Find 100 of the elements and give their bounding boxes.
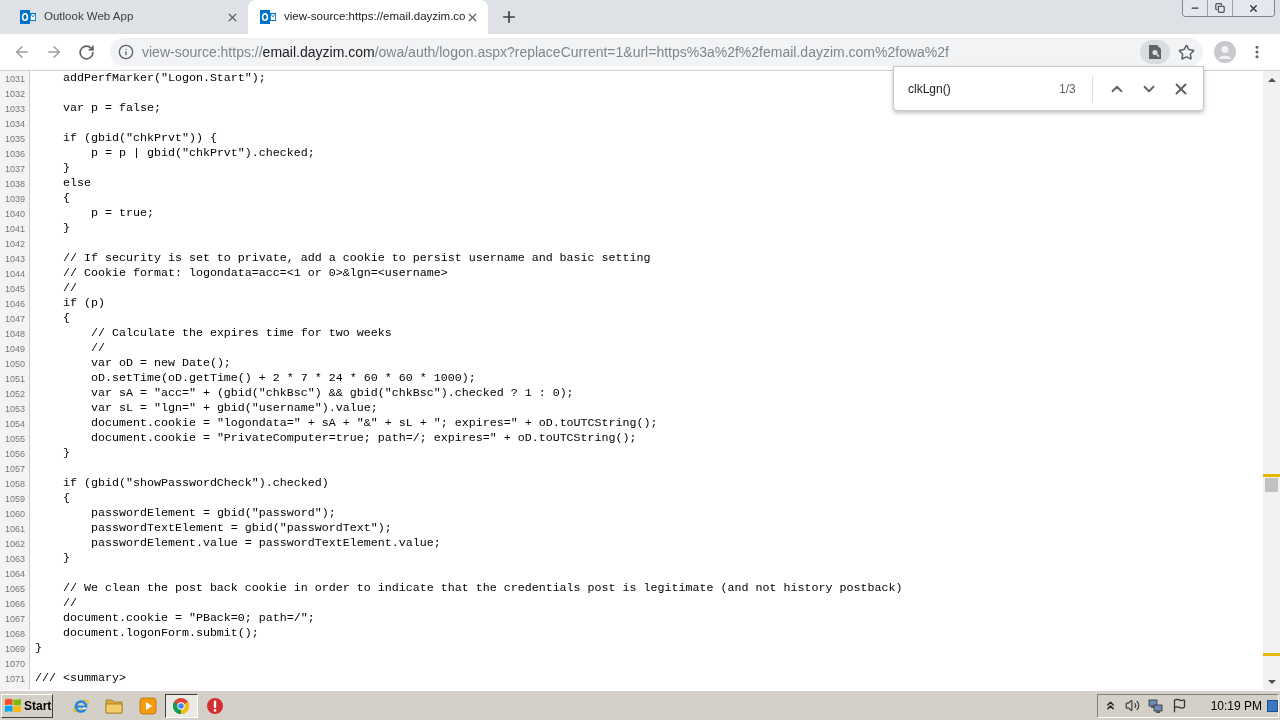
code-line: document.cookie = "PrivateComputer=true; path=/; expires=" + oD.toUTCString(); <box>90 431 637 446</box>
code-line: { <box>63 311 70 326</box>
code-line: // Calculate the expires time for two weeks <box>90 326 392 341</box>
line-number: 1065 <box>4 583 25 594</box>
line-number: 1042 <box>4 238 25 249</box>
line-number: 1034 <box>4 118 25 129</box>
line-number: 1070 <box>4 658 25 669</box>
start-button[interactable]: Start <box>1 693 53 718</box>
line-number: 1071 <box>4 673 25 684</box>
line-number: 1046 <box>4 298 25 309</box>
line-number: 1069 <box>4 643 25 654</box>
code-line: if (p) <box>63 296 105 311</box>
clock[interactable]: 10:19 PM <box>1210 696 1262 715</box>
code-line: /// <summary> <box>35 671 126 686</box>
match-marker <box>1263 474 1280 477</box>
code-line: // Cookie format: logondata=acc=<1 or 0>&lgn=<username> <box>63 266 448 281</box>
line-number: 1055 <box>4 433 25 444</box>
code-line: if (gbid("chkPrvt")) { <box>63 131 217 146</box>
code-line: p = p | gbid("chkPrvt").checked; <box>90 146 315 161</box>
line-number: 1035 <box>4 133 25 144</box>
line-number: 1054 <box>4 418 25 429</box>
scrollbar-thumb[interactable] <box>1265 478 1278 492</box>
line-number: 1052 <box>4 388 25 399</box>
line-number: 1062 <box>4 538 25 549</box>
line-number: 1038 <box>4 178 25 189</box>
code-line: } <box>35 641 42 656</box>
taskbar-app-button[interactable] <box>164 693 198 718</box>
line-number: 1061 <box>4 523 25 534</box>
line-number: 1044 <box>4 268 25 279</box>
alert-icon <box>205 696 224 715</box>
code-line: } <box>63 221 70 236</box>
code-line: document.cookie = "PBack=0; path=/"; <box>63 611 315 626</box>
code-line: addPerfMarker("Logon.Start"); <box>63 71 266 86</box>
restore-icon <box>1215 3 1225 13</box>
speaker-icon[interactable] <box>1124 698 1140 713</box>
code-line: { <box>63 191 70 206</box>
line-number: 1058 <box>4 478 25 489</box>
match-marker <box>1263 653 1280 656</box>
match-count: 1/3 <box>1059 80 1076 98</box>
forward-icon <box>45 43 63 61</box>
line-number: 1049 <box>4 343 25 354</box>
mail-logo-icon <box>20 9 36 25</box>
find-input[interactable]: clkLgn() <box>908 76 1053 101</box>
code-line: passwordElement.value = passwordTextElement.value; <box>90 536 441 551</box>
line-number: 1039 <box>4 193 25 204</box>
network-icon[interactable] <box>1147 697 1164 714</box>
line-number: 1059 <box>4 493 25 504</box>
find-in-page-button[interactable] <box>1140 40 1170 64</box>
line-number: 1040 <box>4 208 25 219</box>
code-line: var sL = "lgn=" + gbid("username").value; <box>90 401 378 416</box>
code-line: { <box>63 491 70 506</box>
back-icon <box>13 43 31 61</box>
code-line: // We clean the post back cookie in order to indicate that the credentials post is legitimate (and not history postback) <box>63 581 903 596</box>
folder-icon <box>105 696 124 715</box>
browser-tab[interactable]: view-source:https://email.dayzim.co <box>248 0 488 34</box>
line-number: 1043 <box>4 253 25 264</box>
round-logo-icon <box>172 696 191 715</box>
close-window-button[interactable] <box>1233 0 1274 16</box>
media-player-icon <box>138 696 157 715</box>
line-number: 1064 <box>4 568 25 579</box>
code-line: } <box>63 161 70 176</box>
code-line: // <box>90 341 105 356</box>
flag-icon[interactable] <box>1171 698 1187 713</box>
down-triangle-icon <box>1267 679 1276 684</box>
line-number: 1053 <box>4 403 25 414</box>
up-triangle-icon <box>1267 77 1276 82</box>
line-number: 1060 <box>4 508 25 519</box>
reload-icon <box>77 43 95 61</box>
code-line: passwordTextElement = gbid("passwordText"); <box>90 521 392 536</box>
line-number: 1047 <box>4 313 25 324</box>
address-bar[interactable]: view-source:https://email.dayzim.com/owa/auth/logon.aspx?replaceCurrent=1&url=https%3a%2f%2femail.dayzim.com%2fowa%2f <box>110 38 1203 66</box>
avatar-icon <box>1214 41 1236 63</box>
code-line: var sA = "acc=" + (gbid("chkBsc") && gbid("chkBsc").checked ? 1 : 0); <box>90 386 574 401</box>
code-line: else <box>63 176 91 191</box>
code-line: document.cookie = "logondata=" + sA + "&" + sL + "; expires=" + oD.toUTCString(); <box>90 416 658 431</box>
line-number: 1050 <box>4 358 25 369</box>
plus-icon <box>500 8 518 26</box>
code-line: oD.setTime(oD.getTime() + 2 * 7 * 24 * 60 * 60 * 1000); <box>90 371 476 386</box>
line-number: 1041 <box>4 223 25 234</box>
restore-button[interactable] <box>1208 0 1233 16</box>
line-number: 1063 <box>4 553 25 564</box>
code-line: document.logonForm.submit(); <box>63 626 259 641</box>
code-line: // If security is set to private, add a cookie to persist username and basic setting <box>63 251 651 266</box>
code-line: var p = false; <box>63 101 161 116</box>
windows-logo-icon <box>5 698 21 713</box>
code-line: } <box>63 551 70 566</box>
line-number: 1051 <box>4 373 25 384</box>
line-number: 1048 <box>4 328 25 339</box>
line-number: 1057 <box>4 463 25 474</box>
code-line: // <box>63 596 77 611</box>
code-line: p = true; <box>90 206 154 221</box>
code-line: } <box>63 446 70 461</box>
line-number: 1031 <box>4 73 25 84</box>
line-number: 1033 <box>4 103 25 114</box>
line-number: 1068 <box>4 628 25 639</box>
line-number: 1067 <box>4 613 25 624</box>
info-icon <box>118 44 134 60</box>
line-number: 1056 <box>4 448 25 459</box>
close-icon <box>1248 2 1259 14</box>
show-desktop-icon[interactable] <box>1267 699 1278 712</box>
